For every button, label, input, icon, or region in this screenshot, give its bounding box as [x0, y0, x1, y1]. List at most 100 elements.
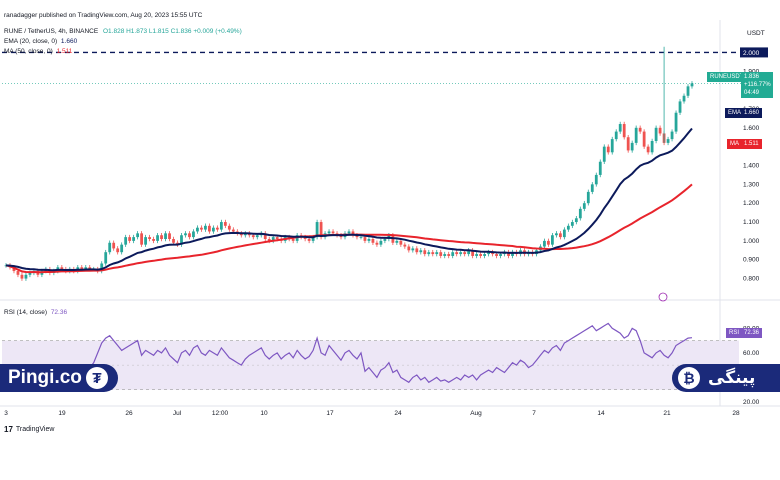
- chart-canvas[interactable]: 2.0001.9001.8001.7001.6001.5001.4001.300…: [0, 0, 780, 480]
- candle-body: [558, 233, 562, 238]
- candle: [184, 231, 187, 238]
- candle-body: [463, 252, 467, 255]
- candle-body: [586, 191, 590, 204]
- candle: [124, 234, 128, 247]
- candle: [479, 251, 483, 259]
- candle-body: [208, 225, 211, 232]
- candle-body: [431, 252, 435, 255]
- candle: [626, 134, 630, 153]
- candle-body: [690, 83, 694, 87]
- candle-body: [602, 146, 606, 162]
- rsi-tick-label: 60.00: [743, 350, 760, 357]
- symbol-title[interactable]: RUNE / TetherUS, 4h, BINANCE: [4, 28, 98, 35]
- candle-body: [415, 248, 419, 253]
- candle: [582, 200, 586, 212]
- ma-legend[interactable]: MA (50, close, 0) 1.511: [4, 48, 72, 55]
- ema-legend[interactable]: EMA (20, close, 0) 1.660: [4, 38, 77, 45]
- candle: [192, 229, 195, 240]
- candle: [144, 234, 147, 247]
- candle: [164, 231, 167, 242]
- candle-body: [666, 139, 670, 143]
- candle-body: [379, 240, 383, 245]
- candle-body: [455, 252, 459, 255]
- candle-body: [112, 242, 116, 249]
- candle-body: [642, 131, 646, 147]
- candle: [642, 129, 646, 149]
- time-tick-label: 3: [4, 410, 8, 417]
- candle: [24, 272, 28, 281]
- time-tick-label: 14: [597, 410, 605, 417]
- candle-body: [547, 240, 550, 245]
- candle: [594, 172, 598, 187]
- candle: [666, 136, 670, 146]
- candle: [551, 232, 554, 247]
- candle: [415, 246, 419, 255]
- left-watermark: Pingi.co ₮: [0, 364, 118, 392]
- candle-body: [16, 271, 20, 275]
- candle-body: [371, 239, 375, 243]
- candle-body: [570, 222, 574, 226]
- candle: [682, 93, 686, 104]
- price-tick-label: 1.300: [743, 181, 760, 188]
- symbol-line: RUNE / TetherUS, 4h, BINANCE O1.828 H1.8…: [4, 28, 242, 35]
- candle-body: [196, 227, 199, 232]
- candle-body: [359, 237, 363, 238]
- candle: [650, 138, 654, 155]
- candle-body: [255, 235, 259, 238]
- ma-scale-value: 1.511: [741, 139, 762, 149]
- candle: [443, 251, 447, 259]
- candle: [100, 261, 104, 274]
- time-tick-label: Aug: [470, 410, 482, 417]
- tradingview-logo[interactable]: 17 TradingView: [4, 425, 54, 434]
- candle-body: [124, 237, 128, 245]
- candle-body: [60, 267, 64, 270]
- candle: [558, 231, 562, 240]
- candle-body: [554, 233, 558, 236]
- time-tick-label: 28: [732, 410, 740, 417]
- ema-legend-value: 1.660: [60, 38, 78, 45]
- candle: [654, 125, 658, 144]
- candle-body: [215, 227, 219, 230]
- time-tick-label: 7: [532, 410, 536, 417]
- candle: [136, 231, 140, 240]
- candle-body: [152, 239, 155, 241]
- candle: [614, 129, 618, 142]
- candle-body: [363, 237, 367, 241]
- candle-body: [630, 142, 634, 151]
- candle: [690, 81, 694, 89]
- candle-body: [251, 235, 255, 238]
- candle: [674, 110, 678, 134]
- candle-body: [670, 131, 674, 140]
- candle-body: [495, 254, 498, 256]
- candle: [243, 231, 247, 238]
- last-price-change: +116.77%: [744, 82, 771, 88]
- candle-body: [407, 246, 411, 251]
- time-tick-label: 19: [58, 410, 66, 417]
- candle-body: [307, 239, 311, 241]
- candle-body: [367, 239, 371, 241]
- rsi-legend-label: RSI (14, close): [4, 309, 47, 316]
- rsi-legend[interactable]: RSI (14, close) 72.36: [4, 309, 67, 316]
- price-tick-label: 1.000: [743, 238, 760, 245]
- rsi-scale-tag: RSI: [726, 328, 743, 338]
- ma-legend-label: MA (50, close, 0): [4, 48, 53, 55]
- candle: [475, 251, 479, 259]
- candle-body: [184, 233, 187, 236]
- candle: [590, 182, 594, 195]
- candle: [435, 249, 439, 257]
- ema-scale-value: 1.660: [741, 108, 763, 118]
- candle: [196, 225, 199, 234]
- time-tick-label: 24: [394, 410, 402, 417]
- candle: [451, 249, 455, 259]
- candle-body: [606, 146, 610, 153]
- candle-body: [578, 208, 582, 219]
- candle-body: [674, 112, 678, 132]
- candle: [586, 189, 590, 206]
- candle-body: [622, 124, 626, 138]
- candle-body: [395, 240, 399, 243]
- candle: [570, 219, 574, 229]
- candle-body: [291, 239, 295, 241]
- candle-body: [566, 225, 570, 230]
- candle-body: [411, 248, 415, 251]
- candle-body: [223, 222, 227, 226]
